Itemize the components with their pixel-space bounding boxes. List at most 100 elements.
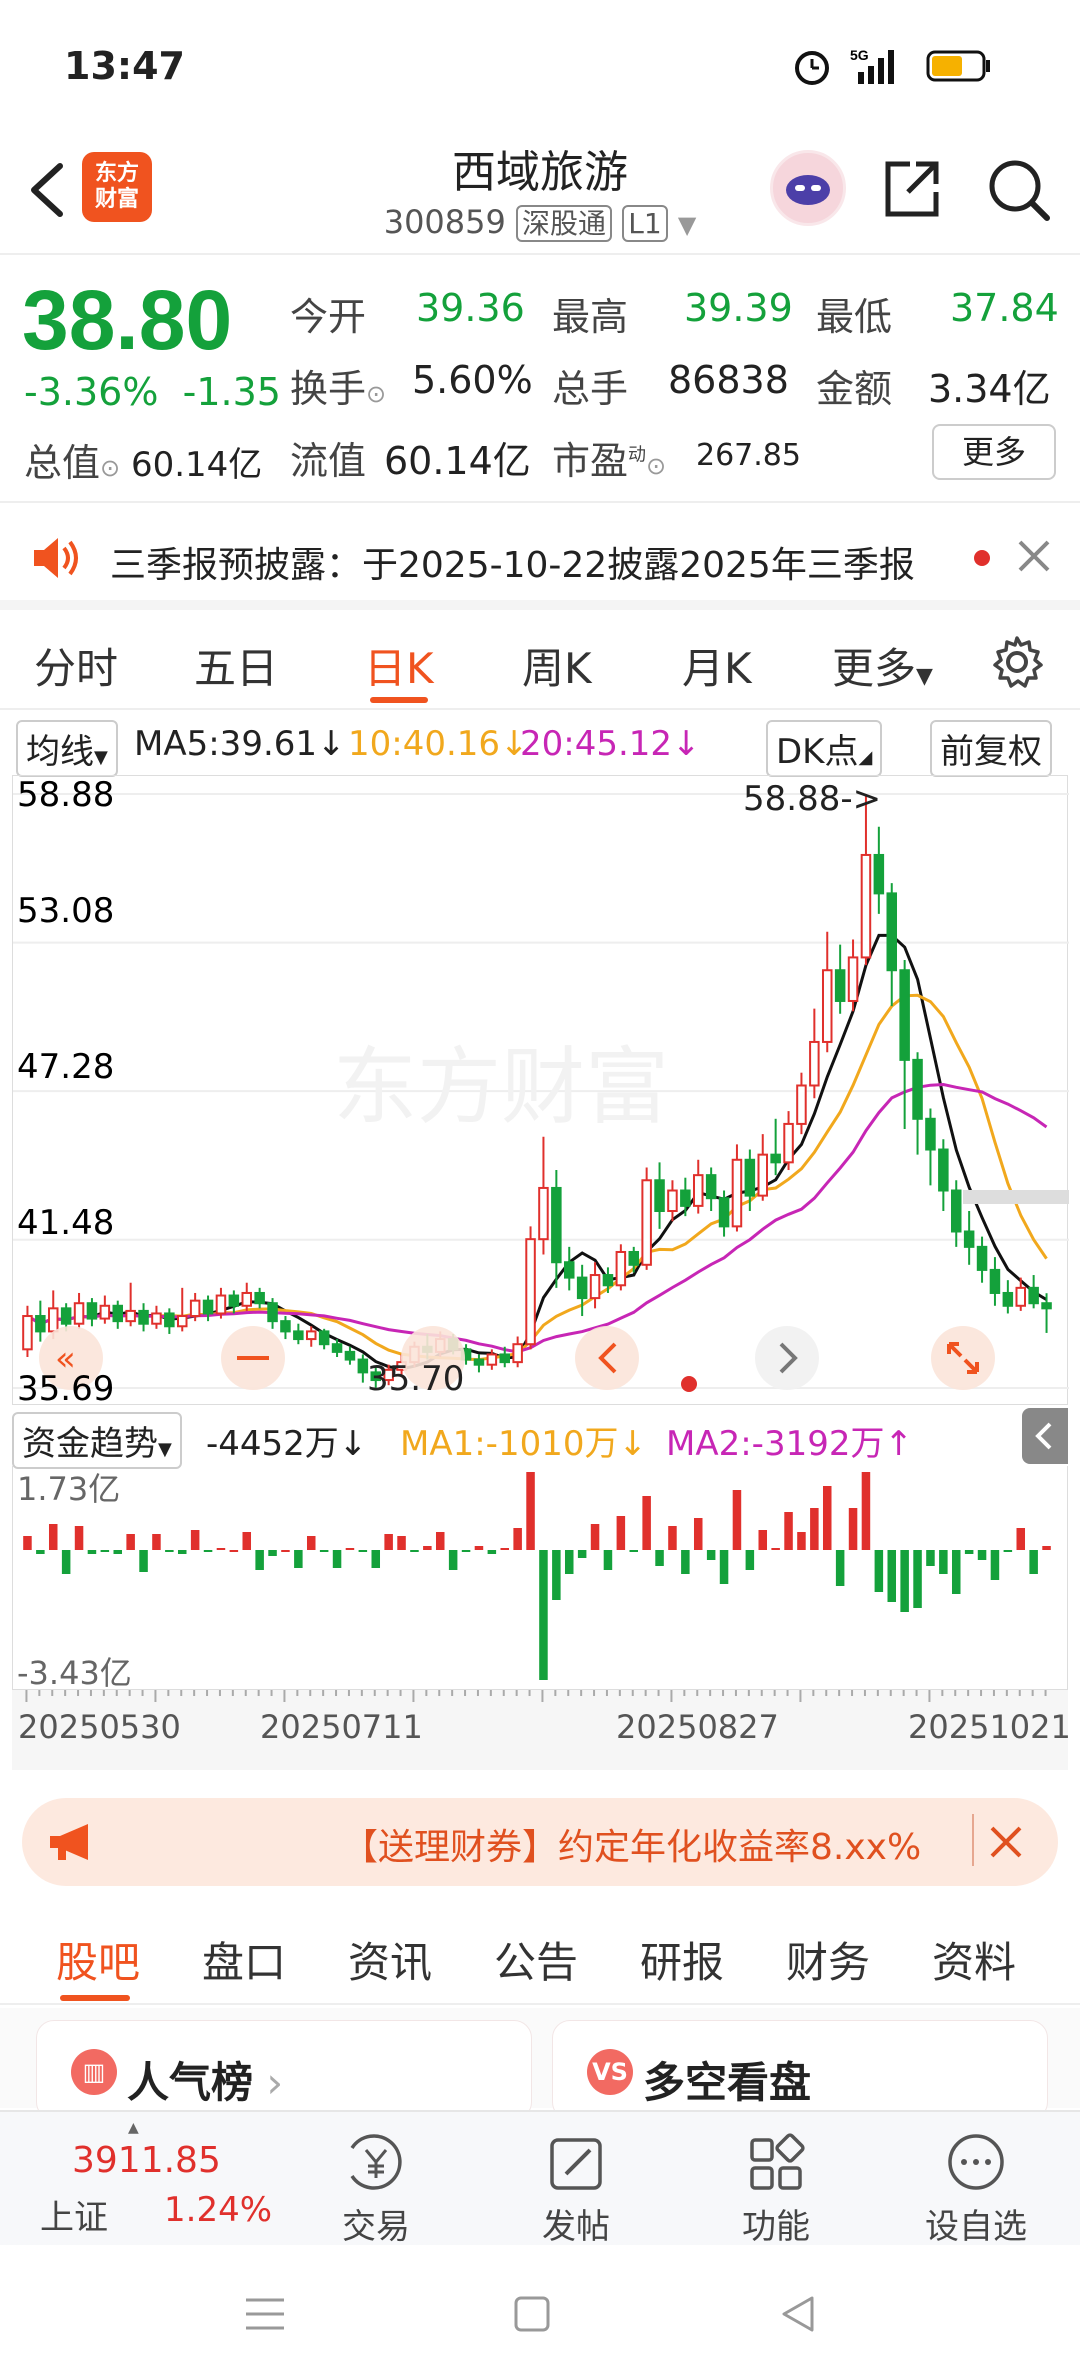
fund-flow-bar: [964, 1550, 974, 1554]
dk-point-button[interactable]: DK点◢: [766, 720, 883, 777]
fund-flow-bar: [642, 1496, 651, 1550]
tab-research[interactable]: 研报: [640, 1929, 724, 1990]
fund-flow-bar: [36, 1550, 45, 1554]
level-tag: L1: [622, 205, 668, 242]
fund-flow-bar: [23, 1536, 32, 1550]
candle: [963, 1230, 975, 1248]
bar-chart-icon: ▥: [71, 2049, 117, 2095]
menu-icon[interactable]: [240, 2292, 290, 2336]
tab-intraday[interactable]: 分时: [34, 635, 118, 696]
fund-flow-bar: [410, 1550, 419, 1552]
tab-month-k[interactable]: 月K: [682, 635, 752, 696]
notice-bar[interactable]: 三季报预披露：于2025-10-22披露2025年三季报: [0, 506, 1080, 610]
feature-cards: ▥ 人气榜 › VS 多空看盘: [0, 2008, 1080, 2120]
caret-down-icon: ▼: [677, 211, 697, 239]
back-triangle-icon[interactable]: [776, 2292, 820, 2336]
content-tabs: 股吧 盘口 资讯 公告 研报 财务 资料: [0, 1905, 1080, 2005]
candle: [189, 1299, 201, 1318]
fund-flow-bar: [835, 1550, 845, 1586]
more-circle-icon: [948, 2134, 1004, 2190]
tab-five-day[interactable]: 五日: [194, 635, 278, 696]
pe-superscript: 动: [628, 444, 647, 466]
field-value: 37.84: [950, 286, 1059, 330]
candle: [899, 969, 910, 1061]
nav-functions[interactable]: 功能: [696, 2130, 856, 2248]
ma-legend-bar: 均线▼ MA5:39.61↓ 10:40.16↓ 20:45.12↓ DK点◢ …: [0, 714, 1080, 777]
tab-more[interactable]: 更多▼: [832, 635, 933, 696]
tab-day-k[interactable]: 日K: [364, 635, 434, 696]
close-icon[interactable]: [988, 1824, 1024, 1864]
fund-flow-bar: [229, 1550, 239, 1552]
field-value: 60.14亿: [384, 439, 531, 483]
fund-flow-bar: [616, 1516, 626, 1550]
fund-flow-bar: [319, 1550, 329, 1552]
candle: [241, 1291, 253, 1307]
fund-flow-bar: [165, 1550, 174, 1552]
fund-flow-bar: [1042, 1546, 1051, 1550]
home-icon[interactable]: [510, 2292, 554, 2336]
candle: [938, 1148, 949, 1192]
market-cap-value: 60.14亿: [130, 445, 263, 485]
tab-week-k[interactable]: 周K: [522, 635, 592, 696]
close-icon[interactable]: [1016, 538, 1052, 578]
megaphone-icon: [46, 1820, 98, 1868]
field-value: 86838: [668, 358, 789, 402]
fund-flow-chart[interactable]: 1.73亿 -3.43亿: [12, 1466, 1068, 1692]
tab-forum[interactable]: 股吧: [56, 1929, 140, 1990]
tab-profile[interactable]: 资料: [932, 1929, 1016, 1990]
fund-flow-bar: [281, 1550, 290, 1552]
fund-indicator-selector[interactable]: 资金趋势▼: [12, 1412, 182, 1469]
assistant-avatar-icon[interactable]: [770, 150, 846, 226]
indicator-selector[interactable]: 均线▼: [16, 720, 118, 777]
ma10-value: 10:40.16↓: [348, 724, 529, 764]
candle: [99, 1304, 111, 1320]
y-tick-label: 58.88: [17, 776, 114, 815]
fund-flow-svg: 1.73亿 -3.43亿: [17, 1470, 1051, 1692]
candle: [718, 1197, 730, 1228]
candle: [293, 1330, 304, 1341]
field-value: 5.60%: [412, 358, 533, 402]
promo-banner[interactable]: 【送理财券】约定年化收益率8.xx%: [22, 1798, 1058, 1886]
share-icon[interactable]: [880, 158, 942, 220]
fund-flow-bar: [771, 1548, 780, 1550]
nav-add-watchlist[interactable]: 设自选: [896, 2130, 1056, 2248]
current-marker: [681, 1376, 697, 1392]
nav-post[interactable]: 发帖: [496, 2130, 656, 2248]
settings-gear-icon[interactable]: [990, 635, 1044, 693]
fund-flow-bar: [539, 1550, 548, 1680]
field-label: 市盈动⊙: [552, 439, 667, 483]
fund-flow-bar: [848, 1508, 858, 1550]
kline-chart[interactable]: 东方财富 « 58.88 53.08 47.28 41.48 35.69 58.…: [12, 775, 1069, 1406]
fund-flow-bar: [113, 1550, 123, 1554]
fund-flow-bar: [48, 1524, 58, 1550]
candle: [809, 1040, 820, 1087]
collapse-panel-icon[interactable]: [1022, 1408, 1068, 1464]
fund-flow-bar: [177, 1550, 187, 1554]
adjust-button[interactable]: 前复权: [930, 720, 1052, 777]
more-button[interactable]: 更多: [932, 424, 1056, 480]
candle: [164, 1312, 175, 1328]
kline-svg: 东方财富 « 58.88 53.08 47.28 41.48 35.69 58.…: [13, 776, 1069, 1406]
fund-flow-bar: [448, 1550, 458, 1570]
candle: [280, 1320, 291, 1333]
tab-announcements[interactable]: 公告: [494, 1929, 578, 1990]
fund-flow-bar: [345, 1548, 355, 1550]
divider: [972, 1814, 974, 1866]
ma-line-ma5: [26, 933, 1048, 1371]
connect-tag: 深股通: [516, 205, 613, 242]
fund-flow-bar: [294, 1550, 303, 1568]
popularity-card[interactable]: ▥ 人气榜 ›: [36, 2020, 532, 2120]
unread-dot: [974, 550, 990, 566]
search-icon[interactable]: [985, 156, 1051, 222]
fund-flow-bar: [629, 1550, 639, 1552]
tab-finance[interactable]: 财务: [786, 1929, 870, 1990]
bull-bear-card[interactable]: VS 多空看盘: [552, 2020, 1048, 2120]
fund-flow-bar: [926, 1550, 935, 1566]
fund-flow-bar: [87, 1550, 97, 1554]
fund-ma2: MA2:-3192万↑: [666, 1424, 913, 1464]
tab-order-book[interactable]: 盘口: [202, 1929, 286, 1990]
tab-news[interactable]: 资讯: [348, 1929, 432, 1990]
nav-trade[interactable]: 交易: [296, 2130, 456, 2248]
fund-flow-bar: [1003, 1550, 1013, 1552]
fund-flow-bar: [900, 1550, 909, 1612]
